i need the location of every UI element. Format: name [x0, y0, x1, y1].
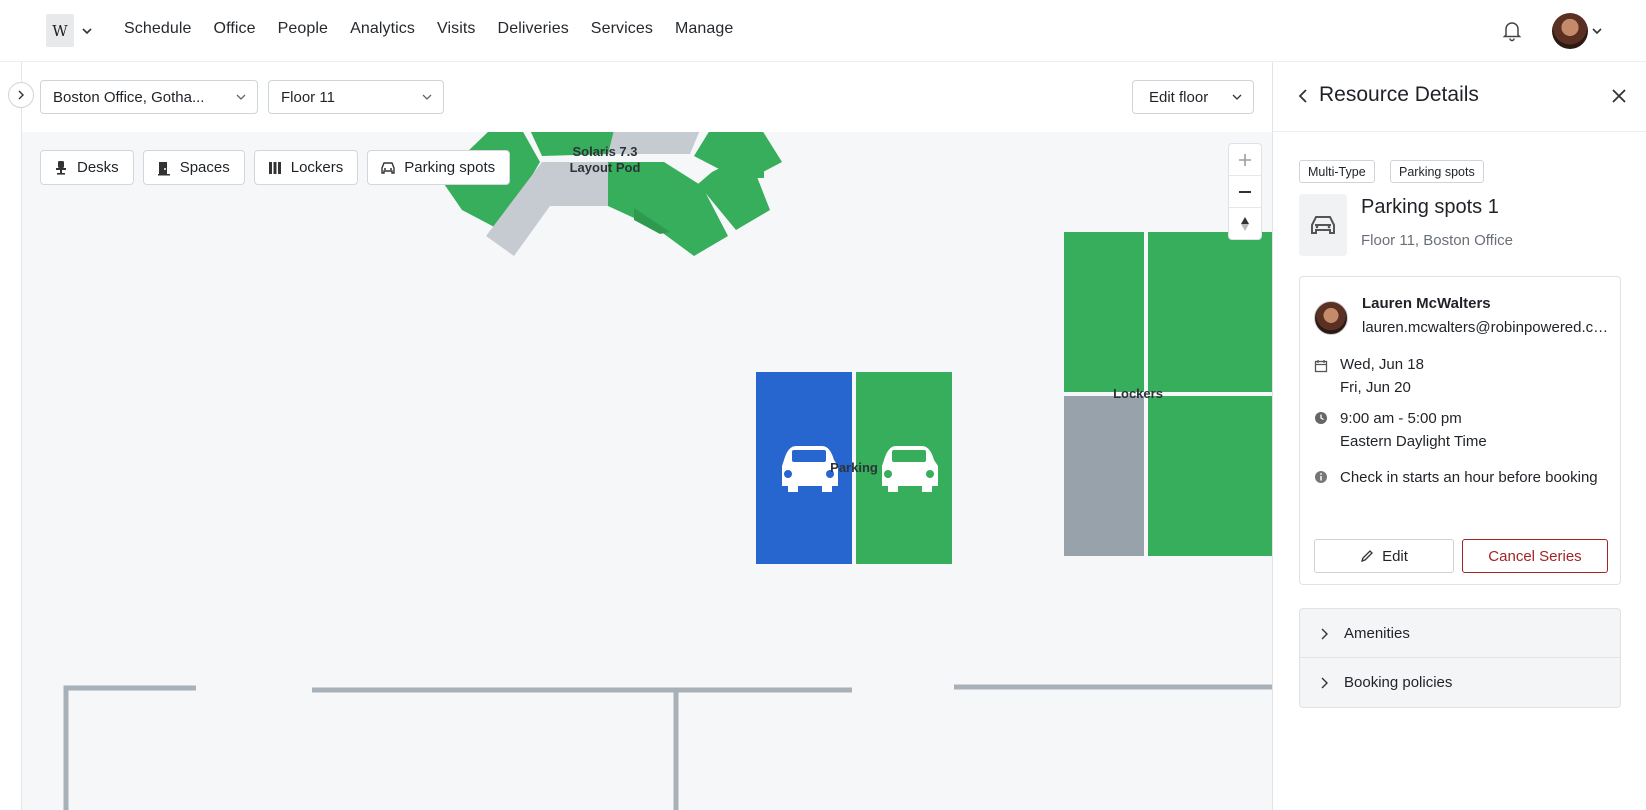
chevron-down-icon: [236, 94, 246, 100]
app-logo[interactable]: W: [46, 14, 74, 47]
reset-north-button[interactable]: [1229, 208, 1261, 240]
zoom-in-button[interactable]: [1229, 144, 1261, 176]
user-avatar[interactable]: [1552, 13, 1588, 49]
edit-floor-button[interactable]: Edit floor: [1132, 80, 1254, 114]
locker-area: Lockers: [1064, 232, 1272, 556]
floor-select-value: Floor 11: [281, 88, 335, 106]
accordion-booking-policies[interactable]: Booking policies: [1299, 658, 1621, 708]
locker-1[interactable]: [1064, 232, 1144, 392]
car-icon: [1311, 216, 1335, 234]
locker-3[interactable]: [1064, 396, 1144, 556]
chevron-down-icon[interactable]: [80, 24, 94, 38]
clock-icon: [1315, 412, 1327, 424]
nav-link-analytics[interactable]: Analytics: [350, 20, 415, 38]
left-sidebar-collapsed: [0, 62, 22, 810]
info-icon: [1315, 471, 1327, 483]
chevron-down-icon[interactable]: [1590, 24, 1604, 38]
booker-email: lauren.mcwalters@robinpowered.com: [1362, 319, 1612, 336]
zoom-out-button[interactable]: [1229, 176, 1261, 208]
back-arrow-icon[interactable]: [1293, 86, 1313, 106]
resource-name: Parking spots 1: [1361, 196, 1499, 218]
bell-icon[interactable]: [1500, 18, 1524, 42]
floor-walls: [63, 684, 1272, 810]
cancel-series-button[interactable]: Cancel Series: [1462, 539, 1608, 573]
floor-plan-svg: Solaris 7.3 Layout Pod Parking Lockers: [63, 132, 1272, 810]
booking-timezone: Eastern Daylight Time: [1340, 433, 1487, 450]
panel-header: Resource Details: [1273, 62, 1646, 132]
edit-booking-button[interactable]: Edit: [1314, 539, 1454, 573]
minus-icon: [1239, 190, 1251, 193]
parking-area-label: Parking: [830, 460, 878, 475]
resource-location: Floor 11, Boston Office: [1361, 232, 1514, 249]
chip-desks[interactable]: Desks: [40, 150, 134, 185]
tag-parking-spots: Parking spots: [1390, 160, 1484, 183]
chip-parking-spots-label: Parking spots: [404, 159, 496, 176]
locker-icon: [268, 161, 281, 174]
floor-map[interactable]: Solaris 7.3 Layout Pod Parking Lockers: [22, 132, 1272, 810]
nav-link-services[interactable]: Services: [591, 20, 653, 38]
nav-link-deliveries[interactable]: Deliveries: [498, 20, 569, 38]
chevron-down-icon: [422, 94, 432, 100]
chevron-down-icon: [1232, 94, 1242, 100]
expand-sidebar-button[interactable]: [8, 82, 34, 108]
resource-type-chips: Desks Spaces Lockers Parking spots: [40, 150, 511, 185]
top-navigation: W Schedule Office People Analytics Visit…: [0, 0, 1646, 62]
pod-desk-green-7[interactable]: [744, 144, 764, 178]
booker-name: Lauren McWalters: [1362, 295, 1491, 312]
panel-title: Resource Details: [1319, 83, 1479, 106]
accordion-amenities[interactable]: Amenities: [1299, 608, 1621, 658]
resource-details-panel: Resource Details Multi-Type Parking spot…: [1272, 62, 1646, 810]
chip-lockers-label: Lockers: [290, 159, 344, 176]
chip-parking-spots[interactable]: Parking spots: [367, 150, 511, 185]
pod-label-line1: Solaris 7.3: [572, 144, 637, 159]
locker-area-label: Lockers: [1113, 386, 1163, 401]
pod-label-line2: Layout Pod: [570, 160, 641, 175]
booking-card: Lauren McWalters lauren.mcwalters@robinp…: [1299, 276, 1621, 585]
chip-spaces-label: Spaces: [179, 159, 230, 176]
chip-desks-label: Desks: [77, 159, 119, 176]
door-icon: [157, 161, 170, 175]
nav-link-manage[interactable]: Manage: [675, 20, 733, 38]
chip-spaces[interactable]: Spaces: [142, 150, 245, 185]
nav-link-people[interactable]: People: [278, 20, 328, 38]
booking-date-end: Fri, Jun 20: [1340, 379, 1411, 396]
tag-multi-type: Multi-Type: [1299, 160, 1375, 183]
parking-area: Parking: [756, 372, 952, 564]
chevron-right-icon: [1321, 628, 1328, 640]
close-icon[interactable]: [1609, 86, 1629, 106]
checkin-note: Check in starts an hour before booking: [1340, 469, 1598, 486]
edit-booking-label: Edit: [1382, 547, 1408, 565]
booking-time: 9:00 am - 5:00 pm: [1340, 410, 1462, 427]
accordion-booking-policies-label: Booking policies: [1344, 674, 1453, 691]
resource-type-icon: [1299, 194, 1347, 256]
map-zoom-controls: [1228, 143, 1262, 240]
calendar-icon: [1314, 360, 1328, 373]
accordion-amenities-label: Amenities: [1344, 624, 1410, 642]
nav-link-schedule[interactable]: Schedule: [124, 20, 192, 38]
car-icon: [381, 161, 395, 174]
locker-2[interactable]: [1148, 232, 1272, 392]
chevron-right-icon: [1321, 677, 1328, 689]
booker-avatar: [1314, 301, 1348, 335]
floor-select[interactable]: Floor 11: [268, 80, 444, 114]
office-select[interactable]: Boston Office, Gotha...: [40, 80, 258, 114]
desk-chair-icon: [56, 160, 66, 175]
edit-floor-label: Edit floor: [1149, 88, 1209, 106]
nav-link-visits[interactable]: Visits: [437, 20, 476, 38]
nav-link-office[interactable]: Office: [214, 20, 256, 38]
chip-lockers[interactable]: Lockers: [253, 150, 359, 185]
office-select-value: Boston Office, Gotha...: [53, 88, 205, 106]
plus-icon: [1239, 153, 1251, 166]
compass-icon: [1241, 217, 1249, 231]
booking-date-start: Wed, Jun 18: [1340, 356, 1424, 373]
chevron-right-icon: [18, 90, 24, 100]
pencil-icon: [1361, 550, 1373, 563]
locker-4[interactable]: [1148, 396, 1272, 556]
nav-links: Schedule Office People Analytics Visits …: [124, 20, 755, 38]
